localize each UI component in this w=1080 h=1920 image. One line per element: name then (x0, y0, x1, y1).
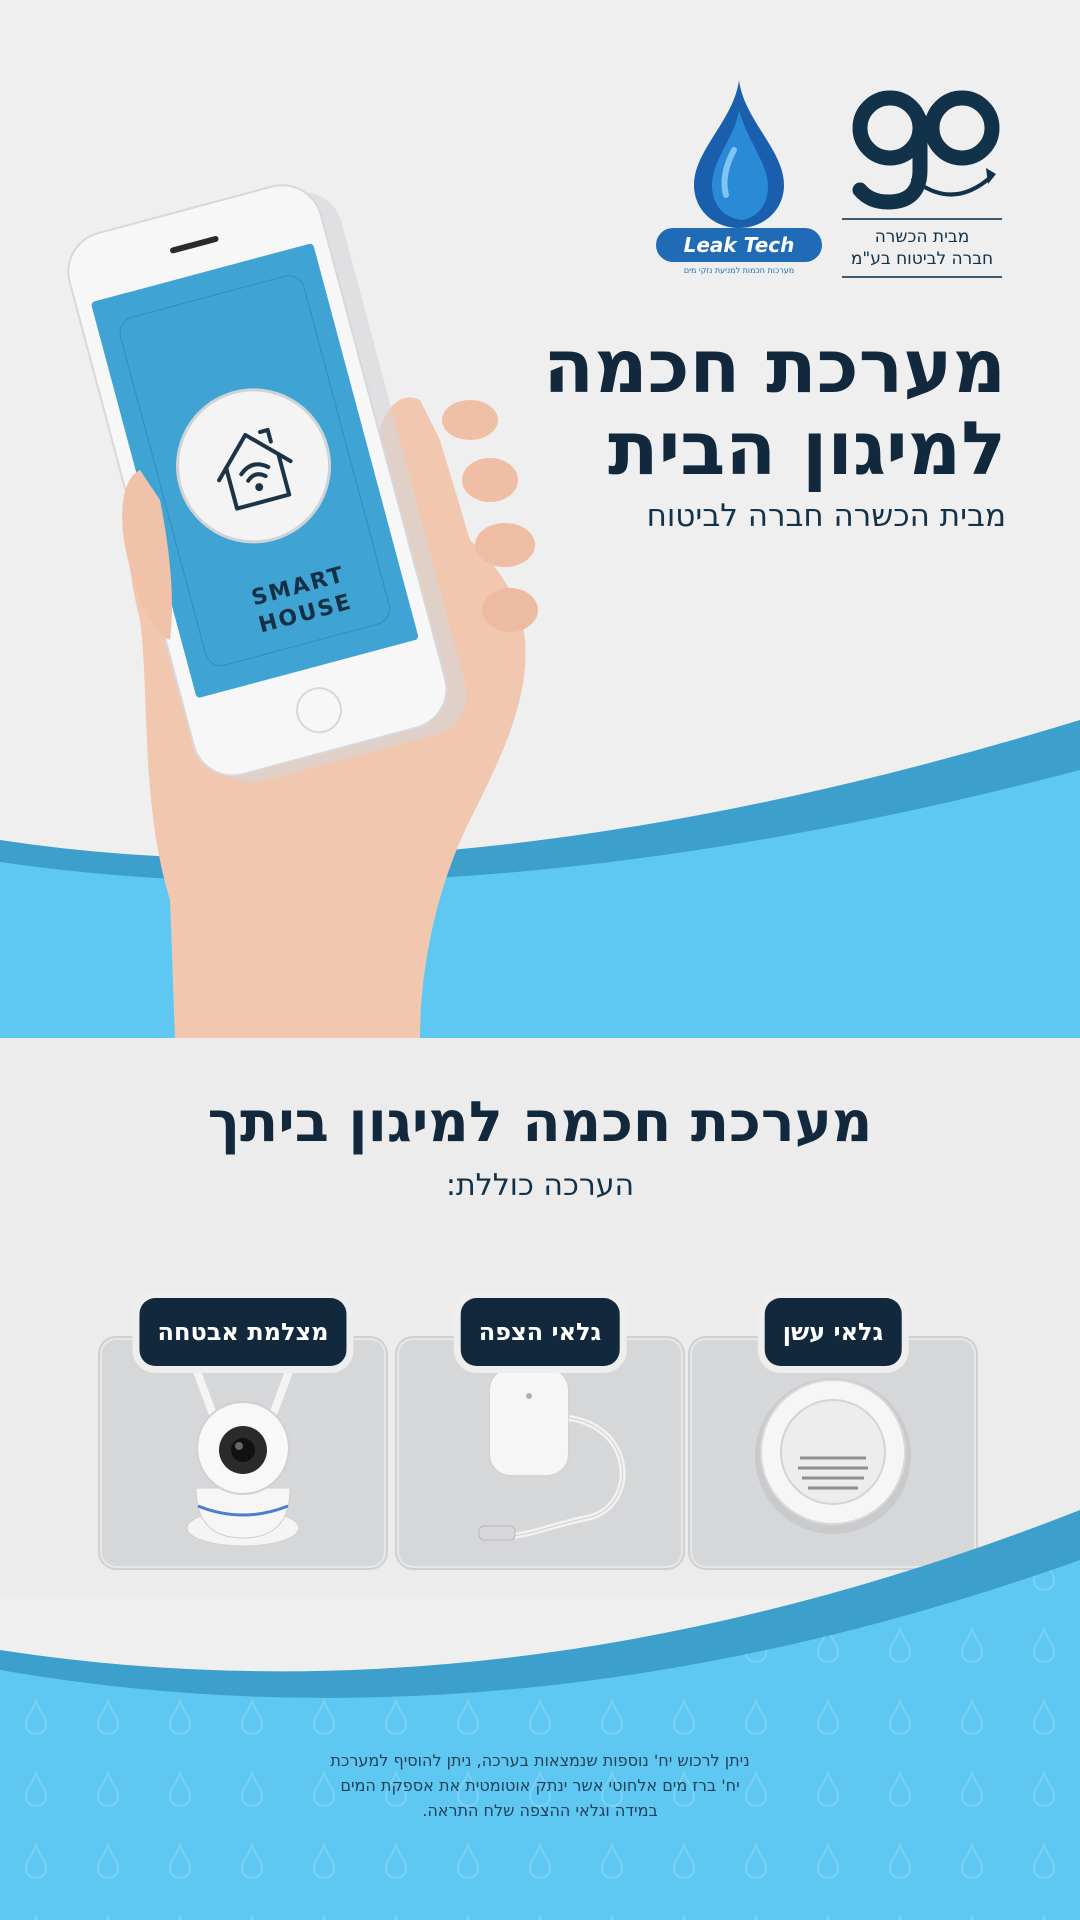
go-caption-line1: מבית הכשרה (874, 227, 970, 247)
product-card-security-camera: מצלמת אבטחה (100, 1298, 386, 1568)
security-camera-icon (186, 1354, 300, 1547)
kit-section: מערכת חכמה למיגון ביתך הערכה כוללת: גלאי… (0, 1038, 1080, 1598)
kit-title: מערכת חכמה למיגון ביתך (207, 1090, 873, 1155)
go-caption-line2: חברה לביטוח בע"מ (850, 249, 994, 269)
footer-note-line1: ניתן לרכוש יח' נוספות שנמצאות בערכה, נית… (330, 1751, 750, 1770)
product-label: גלאי הצפה (460, 1298, 620, 1366)
kit-subtitle: הערכה כוללת: (445, 1168, 635, 1203)
footer-note-line3: במידה וגלאי ההצפה שלח התראה. (422, 1801, 658, 1820)
go-logo-caption: מבית הכשרה חברה לביטוח בע"מ (842, 218, 1002, 278)
page: SMART HOUSE מבית הכשרה חברה לביטוח בע"מ … (0, 0, 1080, 1920)
go-mark-icon (852, 90, 1000, 210)
hero-title: מערכת חכמה למיגון הבית (446, 326, 1006, 490)
leak-tech-tagline: מערכות חכמות למניעת נזקי מים (683, 266, 795, 275)
product-label: גלאי עשן (764, 1298, 902, 1366)
product-card-flood-detector: גלאי הצפה (397, 1298, 683, 1568)
hero-section: SMART HOUSE מבית הכשרה חברה לביטוח בע"מ … (0, 0, 1080, 1038)
leak-tech-name: Leak Tech (656, 228, 822, 262)
hero-title-line2: למיגון הבית (607, 406, 1006, 492)
go-logo: מבית הכשרה חברה לביטוח בע"מ (842, 80, 1012, 280)
flood-detector-icon (478, 1367, 626, 1541)
footer-note: ניתן לרכוש יח' נוספות שנמצאות בערכה, נית… (240, 1748, 840, 1823)
footer-note-line2: יח' ברז מים אלחוטי אשר ינתק אוטומטית את … (340, 1776, 740, 1795)
leak-tech-logo: Leak Tech מערכות חכמות למניעת נזקי מים (648, 80, 828, 280)
smoke-detector-icon (755, 1378, 911, 1534)
hero-subtitle: מבית הכשרה חברה לביטוח (646, 498, 1006, 534)
hero-title-line1: מערכת חכמה (543, 324, 1006, 410)
product-card-smoke-detector: גלאי עשן (690, 1298, 976, 1568)
product-label: מצלמת אבטחה (139, 1298, 347, 1366)
water-drop-icon (694, 80, 784, 228)
